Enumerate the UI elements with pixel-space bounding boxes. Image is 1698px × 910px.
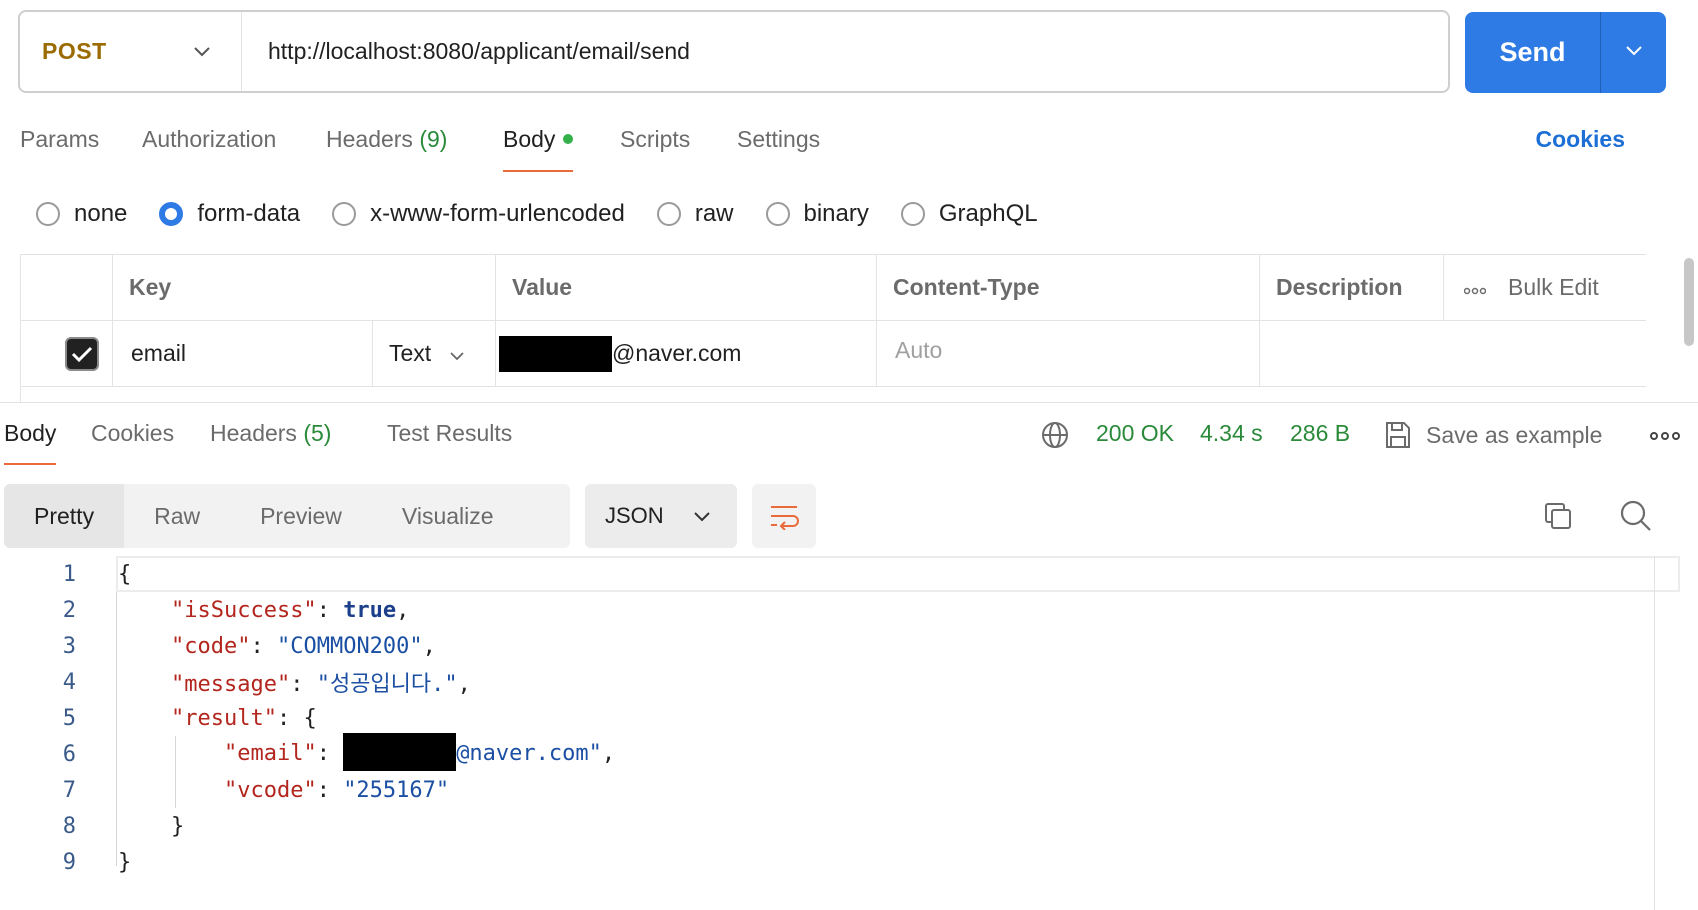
send-group: Send bbox=[1465, 12, 1666, 93]
row-key-input[interactable]: email bbox=[113, 321, 373, 387]
response-time[interactable]: 4.34 s bbox=[1200, 420, 1263, 447]
method-label: POST bbox=[42, 38, 107, 64]
header-value: Value bbox=[496, 255, 877, 321]
response-code-viewer[interactable]: 1 { 2 "isSuccess": true, 3 "code": "COMM… bbox=[0, 556, 1698, 910]
code-line: 6 "email": @naver.com", bbox=[0, 733, 1698, 772]
wrap-lines-button[interactable] bbox=[752, 484, 816, 548]
code-line: 1 { bbox=[62, 561, 132, 587]
header-description: Description bbox=[1260, 255, 1444, 321]
radio-raw[interactable]: raw bbox=[656, 200, 734, 228]
search-icon[interactable] bbox=[1616, 496, 1656, 536]
radio-binary[interactable]: binary bbox=[765, 200, 869, 228]
tab-settings[interactable]: Settings bbox=[737, 126, 820, 153]
form-data-table: Key Value Content-Type Description Bulk … bbox=[20, 254, 1646, 402]
body-type-radios: none form-data x-www-form-urlencoded raw… bbox=[36, 196, 1070, 232]
resp-tab-cookies[interactable]: Cookies bbox=[91, 420, 174, 447]
code-line: 8 } bbox=[62, 813, 185, 839]
request-scrollbar[interactable] bbox=[1684, 258, 1694, 346]
response-tabs: Body Cookies Headers (5) Test Results 20… bbox=[4, 420, 1694, 470]
row-enabled-checkbox[interactable] bbox=[65, 336, 99, 371]
body-indicator-dot bbox=[563, 133, 574, 144]
code-line: 7 "vcode": "255167" bbox=[62, 777, 450, 803]
send-options-button[interactable] bbox=[1601, 12, 1666, 93]
send-button[interactable]: Send bbox=[1465, 12, 1601, 93]
status-badge[interactable]: 200 OK bbox=[1096, 420, 1174, 447]
radio-graphql[interactable]: GraphQL bbox=[900, 200, 1038, 228]
chevron-down-icon bbox=[449, 340, 465, 367]
method-selector[interactable]: POST bbox=[20, 12, 242, 91]
radio-circle-checked bbox=[159, 202, 184, 226]
mode-preview[interactable]: Preview bbox=[230, 484, 372, 548]
chevron-down-icon bbox=[693, 503, 711, 529]
bulk-edit-button[interactable]: Bulk Edit bbox=[1508, 274, 1599, 301]
save-icon bbox=[1384, 420, 1412, 450]
radio-circle bbox=[656, 202, 681, 226]
tab-authorization[interactable]: Authorization bbox=[142, 126, 276, 153]
resp-tab-body[interactable]: Body bbox=[4, 420, 57, 465]
header-key: Key bbox=[113, 255, 496, 321]
headers-count: (9) bbox=[419, 126, 448, 152]
chevron-down-icon bbox=[193, 43, 211, 61]
tab-headers[interactable]: Headers (9) bbox=[326, 126, 447, 153]
globe-icon[interactable] bbox=[1040, 420, 1070, 455]
more-icon[interactable] bbox=[1650, 428, 1680, 446]
url-input[interactable]: http://localhost:8080/applicant/email/se… bbox=[242, 38, 690, 65]
table-header-row: Key Value Content-Type Description Bulk … bbox=[21, 255, 1646, 321]
request-tabs: Params Authorization Headers (9) Body Sc… bbox=[20, 122, 1660, 172]
code-line: 9 } bbox=[62, 849, 132, 875]
radio-none[interactable]: none bbox=[36, 200, 127, 228]
redacted-block bbox=[499, 335, 612, 372]
tab-scripts[interactable]: Scripts bbox=[620, 126, 690, 153]
wrap-lines-icon bbox=[771, 506, 799, 530]
cookies-link[interactable]: Cookies bbox=[1536, 126, 1625, 153]
row-type-select[interactable]: Text bbox=[373, 321, 496, 387]
mode-raw[interactable]: Raw bbox=[124, 484, 230, 548]
mode-visualize[interactable]: Visualize bbox=[372, 484, 524, 548]
table-row: email Text @naver.com Auto bbox=[21, 321, 1646, 387]
table-actions: Bulk Edit bbox=[1444, 255, 1646, 321]
format-select[interactable]: JSON bbox=[585, 484, 737, 548]
radio-circle bbox=[36, 202, 60, 226]
code-line: 2 "isSuccess": true, bbox=[62, 597, 410, 623]
more-icon[interactable] bbox=[1463, 274, 1487, 301]
copy-icon[interactable] bbox=[1538, 496, 1578, 536]
chevron-down-icon bbox=[1625, 44, 1643, 62]
url-bar: POST http://localhost:8080/applicant/ema… bbox=[18, 10, 1450, 93]
radio-circle bbox=[765, 202, 790, 226]
mode-pretty[interactable]: Pretty bbox=[4, 484, 125, 548]
response-size[interactable]: 286 B bbox=[1290, 420, 1350, 447]
row-value-input[interactable]: @naver.com bbox=[496, 321, 877, 387]
resp-tab-headers[interactable]: Headers (5) bbox=[210, 420, 331, 447]
resp-headers-count: (5) bbox=[303, 420, 332, 446]
radio-circle bbox=[900, 202, 925, 226]
radio-form-data[interactable]: form-data bbox=[159, 200, 300, 228]
save-as-example-button[interactable]: Save as example bbox=[1384, 420, 1602, 450]
resp-tab-test-results[interactable]: Test Results bbox=[387, 420, 512, 447]
code-line: 3 "code": "COMMON200", bbox=[62, 633, 436, 659]
check-icon bbox=[71, 346, 93, 362]
code-line: 5 "result": { bbox=[62, 705, 317, 731]
redacted-block bbox=[343, 733, 457, 771]
code-line: 4 "message": "성공입니다.", bbox=[62, 669, 471, 698]
row-content-type-input[interactable]: Auto bbox=[877, 321, 1260, 387]
radio-circle bbox=[332, 202, 357, 226]
tab-params[interactable]: Params bbox=[20, 126, 99, 153]
tab-body[interactable]: Body bbox=[503, 126, 574, 172]
row-description-input[interactable] bbox=[1260, 321, 1646, 387]
viewer-mode-segmented: Pretty Raw Preview Visualize bbox=[4, 484, 570, 548]
radio-x-www-form-urlencoded[interactable]: x-www-form-urlencoded bbox=[332, 200, 625, 228]
header-content-type: Content-Type bbox=[877, 255, 1260, 321]
pane-divider[interactable] bbox=[0, 402, 1698, 403]
